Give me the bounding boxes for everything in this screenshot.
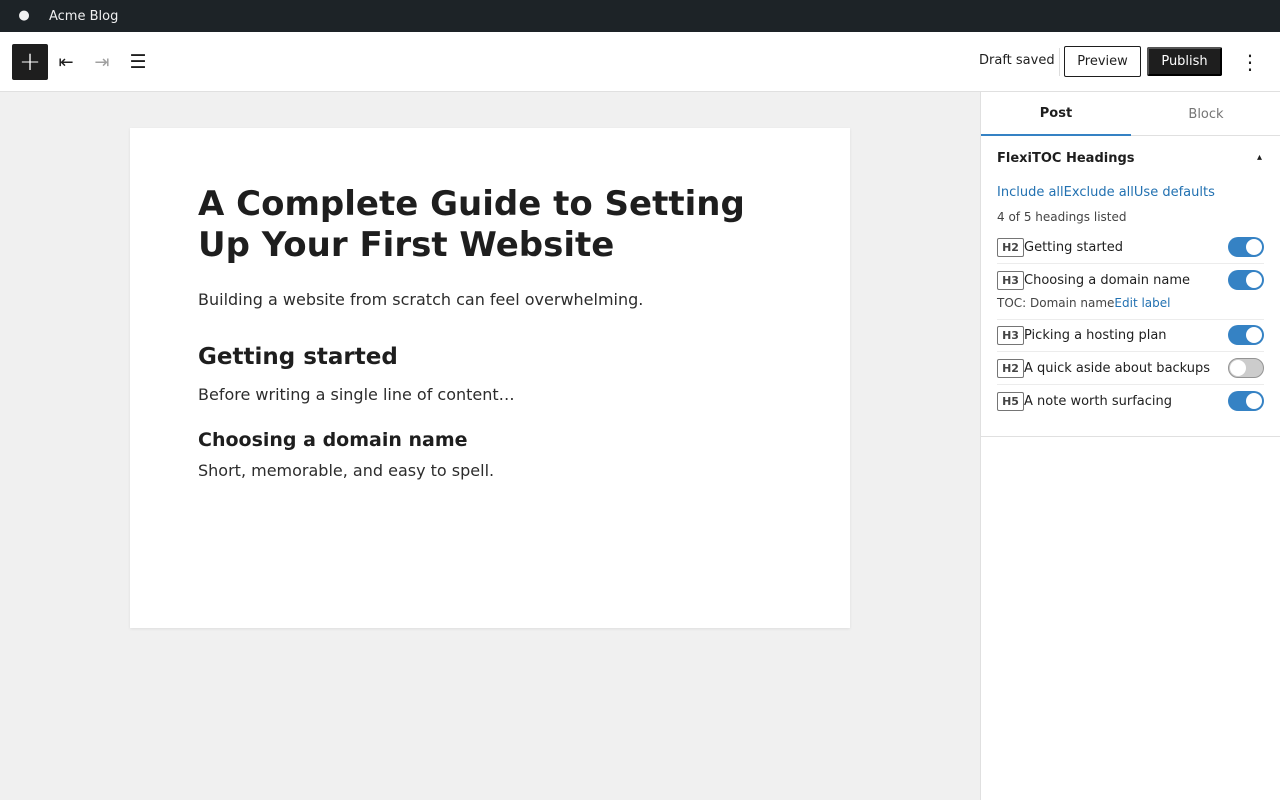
toggle-knob [1246, 272, 1262, 288]
heading-label: Getting started [1024, 240, 1124, 255]
settings-sidebar: Post Block FlexiTOC Headings ▴ Include a… [980, 92, 1280, 800]
heading-label: Picking a hosting plan [1024, 328, 1167, 343]
draft-status: Draft saved [979, 53, 1055, 68]
flexitoc-panel: FlexiTOC Headings ▴ Include all Exclude … [981, 136, 1280, 437]
heading-row: H2 Getting started [997, 231, 1264, 264]
wordpress-icon[interactable]: ● [16, 0, 32, 32]
toggle-knob [1246, 327, 1262, 343]
toolbar-divider [1059, 48, 1060, 76]
include-toggle[interactable] [1228, 325, 1264, 345]
heading-level-badge: H3 [997, 326, 1024, 345]
post-title[interactable]: A Complete Guide to Setting Up Your Firs… [198, 184, 798, 266]
heading-level-badge: H3 [997, 271, 1024, 290]
exclude-all-link[interactable]: Exclude all [1064, 185, 1134, 200]
undo-icon[interactable]: ⇤ [50, 44, 82, 80]
toggle-knob [1230, 360, 1246, 376]
site-name-link[interactable]: Acme Blog [49, 9, 118, 24]
include-toggle[interactable] [1228, 358, 1264, 378]
paragraph-block[interactable]: Short, memorable, and easy to spell. [198, 461, 494, 480]
use-defaults-link[interactable]: Use defaults [1134, 185, 1215, 200]
edit-label-link[interactable]: Edit label [1114, 296, 1170, 310]
include-toggle[interactable] [1228, 237, 1264, 257]
include-toggle[interactable] [1228, 270, 1264, 290]
sidebar-tabs: Post Block [981, 92, 1280, 136]
admin-bar: ● Acme Blog [0, 0, 1280, 32]
heading-row: H5 A note worth surfacing [997, 385, 1264, 418]
tab-block[interactable]: Block [1131, 92, 1280, 136]
chevron-up-icon[interactable]: ▴ [1257, 152, 1262, 163]
headings-count: 4 of 5 headings listed [997, 210, 1127, 224]
editor-canvas: A Complete Guide to Setting Up Your Firs… [0, 92, 980, 800]
heading-label: A note worth surfacing [1024, 394, 1172, 409]
heading-row: H2 A quick aside about backups [997, 352, 1264, 385]
toc-label: TOC: Domain name [997, 296, 1115, 310]
heading-level-badge: H2 [997, 238, 1024, 257]
more-options-icon[interactable]: ⋮ [1236, 44, 1264, 80]
heading-row: H3 Picking a hosting plan [997, 319, 1264, 352]
list-view-icon[interactable]: ☰ [122, 44, 154, 80]
toc-label-row: TOC: Domain name Edit label [997, 296, 1171, 310]
include-all-link[interactable]: Include all [997, 185, 1064, 200]
block-inserter-button[interactable]: + [12, 44, 48, 80]
post-content: A Complete Guide to Setting Up Your Firs… [130, 128, 850, 628]
tab-post[interactable]: Post [981, 92, 1131, 136]
heading-row: H3 Choosing a domain name TOC: Domain na… [997, 264, 1264, 320]
preview-button[interactable]: Preview [1064, 46, 1141, 77]
heading-level-badge: H5 [997, 392, 1024, 411]
paragraph-block[interactable]: Before writing a single line of content… [198, 385, 515, 404]
toggle-knob [1246, 393, 1262, 409]
heading-label: Choosing a domain name [1024, 273, 1191, 288]
paragraph-block[interactable]: Building a website from scratch can feel… [198, 290, 643, 309]
include-toggle[interactable] [1228, 391, 1264, 411]
heading-level-badge: H2 [997, 359, 1024, 378]
heading-label: A quick aside about backups [1024, 361, 1211, 376]
toggle-knob [1246, 239, 1262, 255]
editor-toolbar: + ⇤ ⇥ ☰ Draft saved Preview Publish ⋮ [0, 32, 1280, 92]
bulk-links: Include all Exclude all Use defaults [997, 185, 1215, 200]
panel-title[interactable]: FlexiTOC Headings [997, 151, 1135, 166]
publish-button[interactable]: Publish [1147, 47, 1222, 76]
heading-block[interactable]: Getting started [198, 344, 398, 370]
redo-icon[interactable]: ⇥ [86, 44, 118, 80]
heading-block[interactable]: Choosing a domain name [198, 429, 468, 451]
